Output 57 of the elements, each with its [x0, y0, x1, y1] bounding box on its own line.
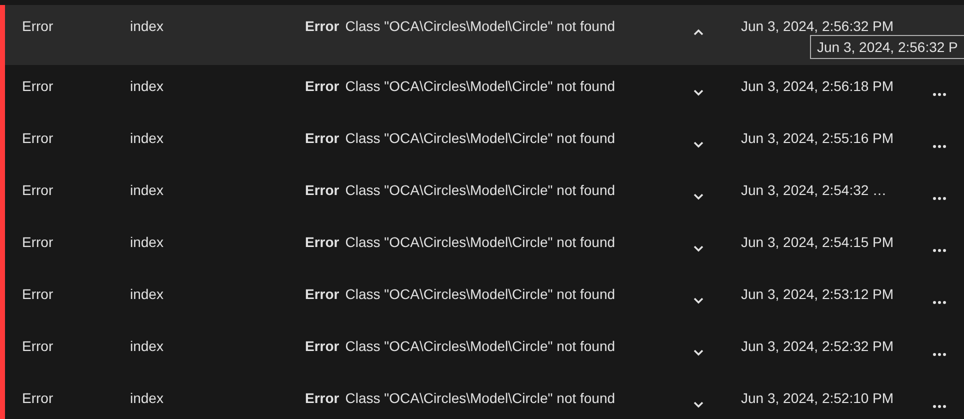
ellipsis-icon — [932, 404, 946, 408]
ellipsis-icon — [932, 248, 946, 252]
chevron-icon[interactable] — [693, 245, 704, 252]
source-cell-text: index — [130, 337, 164, 355]
message-label: Error — [305, 77, 340, 95]
source-cell-text: index — [130, 181, 164, 199]
level-cell-text: Error — [22, 285, 54, 303]
ellipsis-icon — [932, 352, 946, 356]
chevron-icon[interactable] — [693, 193, 704, 200]
message-cell: Class "OCA\Circles\Model\Circle" not found — [345, 337, 616, 355]
message-label: Error — [305, 181, 340, 199]
level-cell-text: Error — [22, 17, 54, 35]
time-cell-text: Jun 3, 2024, 2:52:32 PM — [741, 337, 895, 355]
chevron-icon[interactable] — [693, 401, 704, 408]
chevron-icon[interactable] — [693, 349, 704, 356]
ellipsis-icon — [932, 144, 946, 148]
source-cell-text: index — [130, 77, 164, 95]
time-cell-text: Jun 3, 2024, 2:55:16 PM — [741, 129, 895, 147]
message-label: Error — [305, 389, 340, 407]
time-cell-text: Jun 3, 2024, 2:56:32 PM — [741, 17, 895, 35]
time-cell-text: Jun 3, 2024, 2:56:18 PM — [741, 77, 895, 95]
message-label: Error — [305, 337, 340, 355]
source-cell-text: index — [130, 285, 164, 303]
ellipsis-icon — [932, 92, 946, 96]
source-cell-text: index — [130, 129, 164, 147]
time-cell-text: Jun 3, 2024, 2:54:32 … — [741, 181, 888, 199]
time-cell-text: Jun 3, 2024, 2:54:15 PM — [741, 233, 895, 251]
message-label: Error — [305, 17, 340, 35]
chevron-icon[interactable] — [693, 297, 704, 304]
chevron-icon[interactable] — [693, 89, 704, 96]
source-cell-text: index — [130, 233, 164, 251]
chevron-icon[interactable] — [693, 141, 704, 148]
chevron-icon[interactable] — [693, 29, 704, 36]
ellipsis-icon — [932, 300, 946, 304]
message-label: Error — [305, 285, 340, 303]
message-label: Error — [305, 129, 340, 147]
source-cell-text: index — [130, 389, 164, 407]
level-cell-text: Error — [22, 129, 54, 147]
level-cell-text: Error — [22, 337, 54, 355]
level-cell-text: Error — [22, 77, 54, 95]
message-cell: Class "OCA\Circles\Model\Circle" not found — [345, 389, 616, 407]
ellipsis-icon — [932, 196, 946, 200]
message-cell: Class "OCA\Circles\Model\Circle" not found — [345, 233, 616, 251]
message-cell: Class "OCA\Circles\Model\Circle" not found — [345, 285, 616, 303]
level-cell-text: Error — [22, 233, 54, 251]
source-cell-text: index — [130, 17, 164, 35]
level-cell-text: Error — [22, 389, 54, 407]
message-cell: Class "OCA\Circles\Model\Circle" not found — [345, 181, 616, 199]
level-cell-text: Error — [22, 181, 54, 199]
message-cell: Class "OCA\Circles\Model\Circle" not found — [345, 77, 616, 95]
time-cell-text: Jun 3, 2024, 2:52:10 PM — [741, 389, 895, 407]
message-label: Error — [305, 233, 340, 251]
message-cell: Class "OCA\Circles\Model\Circle" not found — [345, 17, 616, 35]
log-row[interactable]: Error index Error Class "OCA\Circles\Model\Circle" not found Jun 3, 2024, 2:56:32 PM Jun 3, 2024, 2:56:32 P — [5, 5, 964, 65]
tooltip: Jun 3, 2024, 2:56:32 P — [810, 35, 964, 59]
message-cell: Class "OCA\Circles\Model\Circle" not found — [345, 129, 616, 147]
time-cell-text: Jun 3, 2024, 2:53:12 PM — [741, 285, 895, 303]
